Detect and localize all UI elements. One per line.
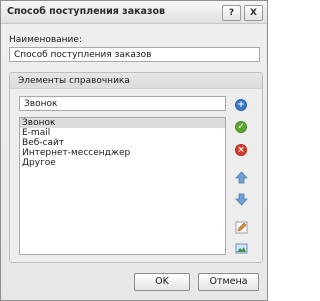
move-up-button[interactable]	[233, 169, 249, 185]
list-item[interactable]: Интернет-мессенджер	[20, 148, 225, 158]
cancel-button[interactable]: Отмена	[198, 273, 259, 291]
image-button[interactable]	[233, 240, 249, 256]
items-list[interactable]: Звонок E-mail Веб-сайт Интернет-мессендж…	[19, 117, 226, 255]
move-down-button[interactable]	[233, 191, 249, 207]
image-icon	[235, 243, 247, 253]
ok-button[interactable]: OK	[134, 273, 190, 291]
group-title: Элементы справочника	[10, 73, 262, 89]
apply-button[interactable]: ✓	[233, 119, 249, 135]
item-edit-field[interactable]: Звонок	[19, 96, 226, 111]
name-field[interactable]: Способ поступления заказов	[9, 47, 260, 62]
delete-icon: ×	[235, 144, 247, 156]
list-item[interactable]: E-mail	[20, 128, 225, 138]
list-item[interactable]: Звонок	[20, 118, 225, 128]
dialog-window: Способ поступления заказов ? X Наименова…	[0, 0, 268, 301]
delete-button[interactable]: ×	[233, 142, 249, 158]
move-down-icon	[234, 193, 248, 206]
close-button[interactable]: X	[244, 5, 263, 21]
move-up-icon	[234, 170, 248, 183]
title-bar[interactable]: Способ поступления заказов ? X	[1, 1, 267, 24]
window-title: Способ поступления заказов	[7, 6, 166, 17]
add-button[interactable]: +	[233, 97, 249, 113]
list-item[interactable]: Веб-сайт	[20, 138, 225, 148]
add-icon: +	[235, 99, 247, 111]
edit-icon	[235, 221, 247, 233]
list-item[interactable]: Другое	[20, 158, 225, 168]
help-button[interactable]: ?	[222, 5, 241, 21]
apply-icon: ✓	[235, 121, 247, 133]
edit-button[interactable]	[233, 219, 249, 235]
name-label: Наименование:	[9, 35, 82, 45]
